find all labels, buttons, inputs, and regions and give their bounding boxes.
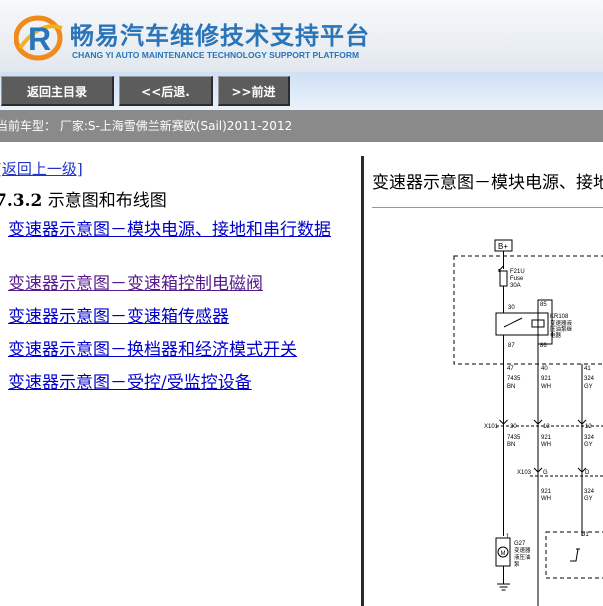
toc-link-solenoid[interactable]: 变速器示意图－变速箱控制电磁阀 — [8, 274, 263, 294]
brand-title: 畅易汽车维修技术支持平台 — [70, 22, 370, 50]
svg-text:WH: WH — [541, 384, 551, 390]
forward-button[interactable]: >>前进 — [218, 76, 290, 106]
svg-text:7435: 7435 — [507, 376, 521, 382]
svg-text:G: G — [543, 470, 548, 476]
svg-text:41: 41 — [584, 366, 591, 372]
logo-letter: R — [28, 21, 51, 57]
svg-text:BN: BN — [507, 442, 515, 448]
toc-item[interactable]: 变速器示意图－受控/受监控设备 — [8, 371, 252, 395]
svg-text:压油泵继: 压油泵继 — [550, 325, 573, 333]
svg-text:液压油: 液压油 — [514, 553, 531, 561]
section-number: 7.3.2 — [0, 191, 43, 211]
fuse-rating: 30A — [510, 283, 521, 289]
svg-text:30: 30 — [510, 424, 517, 430]
back-up-link[interactable]: [返回上一级] — [0, 158, 83, 179]
spacer — [0, 142, 603, 156]
svg-text:泵: 泵 — [514, 561, 520, 568]
svg-text:87: 87 — [508, 343, 515, 349]
section-heading: 7.3.2 示意图和布线图 — [0, 186, 167, 211]
svg-text:324: 324 — [584, 489, 595, 495]
svg-text:WH: WH — [541, 442, 551, 448]
current-vehicle-text: 当前车型： 厂家:S-上海雪佛兰新赛欧(Sail)2011-2012 — [0, 119, 293, 133]
toc-link-controlled-devices[interactable]: 变速器示意图－受控/受监控设备 — [8, 373, 252, 393]
section-title: 示意图和布线图 — [47, 191, 167, 211]
site-header: R 畅易汽车维修技术支持平台 CHANG YI AUTO MAINTENANCE… — [0, 0, 603, 73]
fusebox-outline — [453, 255, 603, 365]
svg-text:31: 31 — [582, 532, 589, 538]
svg-text:324: 324 — [584, 435, 595, 441]
svg-text:921: 921 — [541, 489, 552, 495]
svg-text:电器: 电器 — [550, 331, 562, 339]
nav-bar: 返回主目录 <<后退. >>前进 — [0, 72, 603, 110]
toc-item[interactable]: 变速器示意图－模块电源、接地和串行数据 — [8, 218, 358, 242]
svg-text:85: 85 — [540, 302, 547, 308]
toc-link-module-power[interactable]: 变速器示意图－模块电源、接地和串行数据 — [8, 218, 358, 242]
svg-text:GY: GY — [584, 384, 593, 390]
back-up-link-text[interactable]: [返回上一级] — [0, 160, 83, 178]
svg-text:X103: X103 — [517, 470, 532, 476]
diagram-pane: 变速器示意图－模块电源、接地和串行数据 B+ F21U Fuse 30A 30 … — [364, 156, 603, 606]
svg-text:324: 324 — [584, 376, 595, 382]
toc-pane: [返回上一级] 7.3.2 示意图和布线图 变速器示意图－模块电源、接地和串行数… — [0, 156, 361, 606]
svg-text:7435: 7435 — [507, 435, 521, 441]
svg-text:变速器: 变速器 — [514, 546, 531, 554]
svg-text:921: 921 — [541, 435, 552, 441]
fuse-symbol — [499, 270, 508, 287]
svg-text:KR108: KR108 — [550, 314, 569, 320]
svg-text:X101: X101 — [484, 424, 499, 430]
current-vehicle-bar: 当前车型： 厂家:S-上海雪佛兰新赛欧(Sail)2011-2012 — [0, 110, 603, 142]
brand-subtitle: CHANG YI AUTO MAINTENANCE TECHNOLOGY SUP… — [72, 50, 360, 60]
svg-text:D: D — [585, 470, 590, 476]
wiring-diagram: B+ F21U Fuse 30A 30 85 KR108 变速器液 压油泵继 电… — [453, 239, 603, 606]
toc-link-sensors[interactable]: 变速器示意图－变速箱传感器 — [8, 307, 229, 327]
power-label: B+ — [498, 242, 508, 251]
svg-text:40: 40 — [541, 366, 548, 372]
fuse-id: F21U — [510, 269, 525, 275]
svg-text:GY: GY — [584, 496, 593, 502]
brand-logo-icon: R — [14, 15, 63, 61]
svg-text:30: 30 — [508, 305, 515, 311]
svg-text:BN: BN — [507, 384, 515, 390]
toc-item[interactable]: 变速器示意图－换档器和经济模式开关 — [8, 338, 297, 362]
svg-text:47: 47 — [507, 366, 514, 372]
toc-item[interactable]: 变速器示意图－变速箱控制电磁阀 — [8, 272, 263, 296]
toc-link-shifter[interactable]: 变速器示意图－换档器和经济模式开关 — [8, 340, 297, 360]
back-button[interactable]: <<后退. — [119, 76, 213, 106]
svg-text:86: 86 — [540, 343, 547, 349]
svg-text:GY: GY — [584, 442, 593, 448]
home-button[interactable]: 返回主目录 — [1, 76, 114, 106]
svg-text:WH: WH — [541, 496, 551, 502]
svg-text:G27: G27 — [514, 541, 526, 547]
svg-text:变速器液: 变速器液 — [550, 319, 573, 327]
toc-item[interactable]: 变速器示意图－变速箱传感器 — [8, 305, 229, 329]
svg-text:13: 13 — [543, 424, 550, 430]
fuse-word: Fuse — [510, 276, 524, 282]
svg-text:M: M — [501, 551, 506, 557]
svg-text:12: 12 — [585, 424, 592, 430]
svg-text:921: 921 — [541, 376, 552, 382]
